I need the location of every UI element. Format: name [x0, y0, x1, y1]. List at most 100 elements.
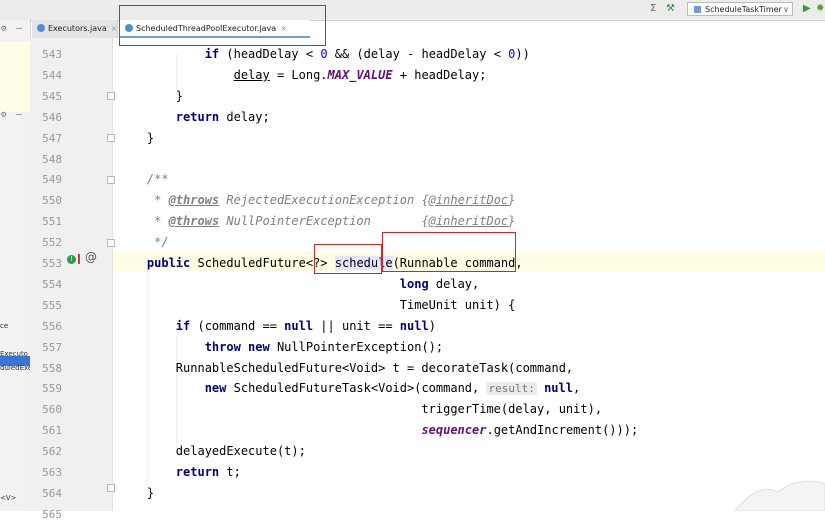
collapse-icon-2[interactable]: —: [16, 109, 22, 120]
line-number: 560: [42, 403, 62, 416]
annotation-box-params: [382, 232, 516, 272]
decorative-corner-graphic: [734, 480, 825, 511]
code-token: public: [146, 256, 191, 270]
code-line[interactable]: return t;: [118, 462, 241, 483]
line-number: 545: [42, 90, 62, 103]
code-token: @inheritDoc: [428, 214, 509, 228]
code-line[interactable]: triggerTime(delay, unit),: [118, 399, 602, 420]
code-line[interactable]: */: [118, 232, 168, 253]
line-number: 556: [42, 320, 62, 333]
tree-fragment: duledExec: [0, 364, 30, 372]
code-token: ,: [572, 381, 581, 395]
gear-icon[interactable]: ⚙: [1, 24, 6, 34]
code-token: RejectedExecutionException {: [219, 193, 429, 207]
line-number: 557: [42, 341, 62, 354]
code-line[interactable]: new ScheduledFutureTask<Void>(command, r…: [118, 378, 580, 399]
code-token: null: [284, 319, 314, 333]
panel-highlight: [0, 42, 30, 112]
line-number: 543: [42, 48, 62, 61]
fold-marker[interactable]: [107, 134, 115, 142]
override-marker-icon[interactable]: @: [85, 250, 97, 264]
code-line[interactable]: /**: [118, 169, 169, 190]
code-line[interactable]: long delay,: [118, 274, 479, 295]
line-number: 553: [42, 257, 62, 270]
implements-marker-icon[interactable]: !: [67, 255, 76, 264]
run-config-label: ScheduleTaskTimer: [705, 5, 782, 14]
code-token: = Long.: [269, 68, 328, 82]
code-line[interactable]: delayedExecute(t);: [118, 441, 306, 462]
line-number: 544: [42, 69, 62, 82]
code-line[interactable]: }: [118, 128, 154, 149]
line-number: 558: [42, 362, 62, 375]
code-line[interactable]: * @throws NullPointerException {@inherit…: [118, 211, 515, 232]
code-line[interactable]: delay = Long.MAX_VALUE + headDelay;: [118, 65, 487, 86]
code-token: sequencer: [421, 423, 487, 437]
code-token: ScheduledFutureTask<Void>(command,: [226, 381, 487, 395]
line-number: 564: [42, 487, 62, 500]
code-token: .getAndIncrement()));: [486, 423, 639, 437]
code-line[interactable]: if (headDelay < 0 && (delay - headDelay …: [118, 44, 530, 65]
line-number: 555: [42, 299, 62, 312]
fold-marker[interactable]: [107, 176, 115, 184]
code-line[interactable]: TimeUnit unit) {: [118, 295, 516, 316]
code-line[interactable]: if (command == null || unit == null): [118, 316, 436, 337]
line-number: 552: [42, 236, 62, 249]
gear-icon-2[interactable]: ⚙: [1, 110, 6, 120]
code-token: )): [515, 47, 530, 61]
line-number: 563: [42, 466, 62, 479]
code-line[interactable]: return delay;: [118, 107, 270, 128]
structure-icon[interactable]: Σ: [650, 3, 656, 14]
line-number: 548: [42, 153, 62, 166]
code-token: || unit ==: [313, 319, 400, 333]
collapse-icon[interactable]: —: [16, 23, 22, 34]
annotation-box-tab: [119, 5, 326, 46]
code-line[interactable]: RunnableScheduledFuture<Void> t = decora…: [118, 358, 573, 379]
code-token: if: [175, 319, 191, 333]
run-icon[interactable]: ▶: [803, 3, 811, 14]
code-token: (headDelay <: [219, 47, 321, 61]
fold-marker[interactable]: [107, 484, 115, 492]
build-hammer-icon[interactable]: ⚒: [666, 3, 675, 14]
java-class-icon: [37, 24, 45, 32]
close-icon[interactable]: ×: [111, 24, 118, 33]
line-number: 550: [42, 194, 62, 207]
tree-fragment: ce: [0, 322, 9, 330]
code-line[interactable]: }: [118, 86, 183, 107]
code-token: long: [399, 277, 429, 291]
code-token: null: [399, 319, 429, 333]
code-line[interactable]: }: [118, 483, 154, 504]
run-config-icon: [694, 6, 701, 13]
code-token: t;: [219, 465, 241, 479]
code-line[interactable]: * @throws RejectedExecutionException {@i…: [118, 190, 515, 211]
fold-marker[interactable]: [107, 92, 115, 100]
run-configuration-select[interactable]: ScheduleTaskTimer ∨: [687, 2, 793, 16]
code-line[interactable]: sequencer.getAndIncrement()));: [118, 420, 638, 441]
fold-marker[interactable]: [107, 239, 115, 247]
code-token: delay,: [428, 277, 480, 291]
code-token: }: [508, 193, 516, 207]
code-token: NullPointerException();: [269, 340, 444, 354]
code-token: return: [175, 110, 220, 124]
tab-executors[interactable]: Executors.java ×: [32, 20, 118, 38]
line-number: 561: [42, 424, 62, 437]
debug-icon[interactable]: ✹: [816, 3, 824, 14]
code-token: *: [154, 193, 169, 207]
code-token: /**: [146, 172, 169, 186]
code-token: }: [118, 131, 155, 145]
implementation-arrow-icon[interactable]: [78, 254, 80, 264]
code-token: TimeUnit unit) {: [118, 298, 516, 312]
code-line[interactable]: throw new NullPointerException();: [118, 337, 443, 358]
tree-fragment: <V>: [0, 494, 17, 502]
